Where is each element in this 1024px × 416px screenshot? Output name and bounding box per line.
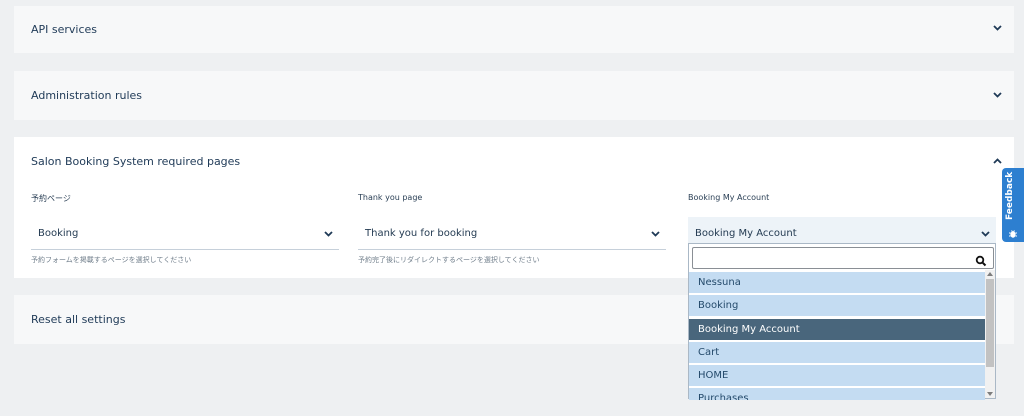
my-account-page-field: Booking My Account Booking My Account xyxy=(688,193,996,250)
chevron-down-icon[interactable] xyxy=(993,25,1002,31)
dropdown-option[interactable]: Cart xyxy=(689,341,985,363)
chevron-down-icon xyxy=(981,231,990,237)
search-icon xyxy=(975,252,987,271)
api-services-panel[interactable]: API services xyxy=(14,6,1014,53)
dropdown-search-input[interactable] xyxy=(692,247,994,269)
thank-you-page-field: Thank you page Thank you for booking 予約完… xyxy=(358,193,666,265)
reset-settings-title: Reset all settings xyxy=(31,313,126,326)
thank-you-page-value: Thank you for booking xyxy=(365,228,478,239)
chevron-down-icon xyxy=(324,231,333,237)
booking-page-help: 予約フォームを掲載するページを選択してください xyxy=(31,256,192,264)
thank-you-page-label: Thank you page xyxy=(358,193,423,202)
dropdown-option[interactable]: HOME xyxy=(689,365,985,387)
scrollbar-thumb[interactable] xyxy=(986,279,994,367)
chevron-up-icon[interactable] xyxy=(993,158,1002,164)
booking-page-value: Booking xyxy=(38,228,79,239)
chevron-down-icon xyxy=(651,231,660,237)
chevron-down-icon[interactable] xyxy=(993,92,1002,98)
scroll-down-icon[interactable] xyxy=(987,392,993,396)
page-select-dropdown: Nessuna Booking Booking My Account Cart … xyxy=(688,243,996,401)
dropdown-option[interactable]: Booking xyxy=(689,295,985,317)
feedback-tab[interactable]: Feedback xyxy=(1002,168,1024,242)
api-services-title: API services xyxy=(31,23,98,36)
thank-you-page-help: 予約完了後にリダイレクトするページを選択してください xyxy=(358,256,540,264)
thank-you-page-select[interactable]: Thank you for booking xyxy=(358,217,666,250)
dropdown-option[interactable]: Purchases xyxy=(689,388,985,401)
dropdown-options: Nessuna Booking Booking My Account Cart … xyxy=(689,272,985,403)
administration-rules-title: Administration rules xyxy=(31,89,143,102)
scroll-up-icon[interactable] xyxy=(987,272,993,276)
dropdown-option-selected[interactable]: Booking My Account xyxy=(689,318,985,340)
my-account-page-label: Booking My Account xyxy=(688,193,770,202)
bug-icon xyxy=(1008,224,1018,243)
booking-page-label: 予約ページ xyxy=(31,194,71,203)
booking-page-field: 予約ページ Booking 予約フォームを掲載するページを選択してください xyxy=(31,193,339,265)
required-pages-title: Salon Booking System required pages xyxy=(31,155,241,168)
booking-page-select[interactable]: Booking xyxy=(31,217,339,250)
dropdown-option[interactable]: Nessuna xyxy=(689,272,985,293)
administration-rules-panel[interactable]: Administration rules xyxy=(14,71,1014,120)
dropdown-scrollbar[interactable] xyxy=(985,270,995,398)
my-account-page-value: Booking My Account xyxy=(695,228,797,239)
feedback-label: Feedback xyxy=(1005,171,1015,220)
